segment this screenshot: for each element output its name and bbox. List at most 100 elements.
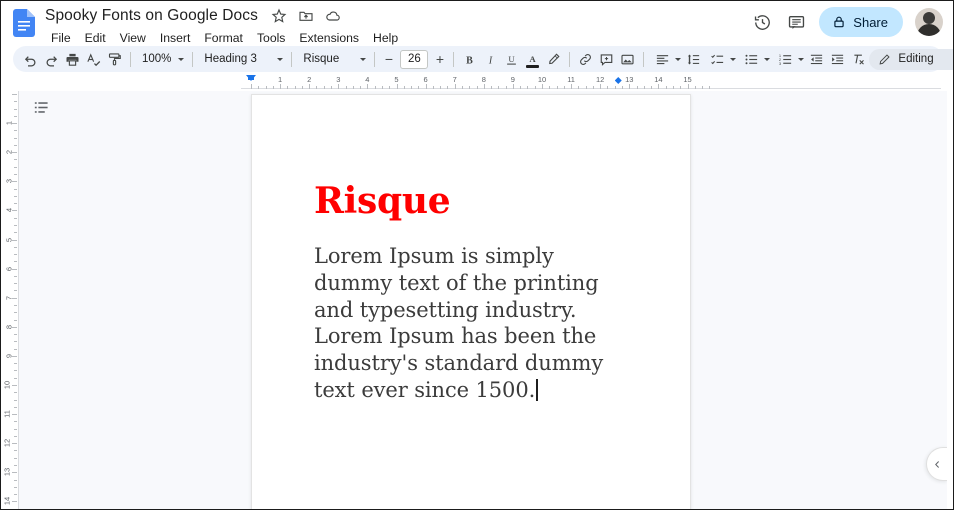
insert-image-icon[interactable] (617, 49, 638, 70)
ruler-number: 9 (4, 353, 14, 358)
ruler-number: 3 (4, 179, 14, 184)
ruler-number: 7 (4, 295, 14, 300)
title-icon-group (271, 8, 341, 24)
ruler-number: 8 (481, 75, 486, 84)
google-docs-window: Spooky Fonts on Google Docs File Edit Vi… (0, 0, 954, 510)
svg-text:B: B (467, 55, 474, 66)
ruler-number: 15 (683, 75, 692, 84)
font-family-value: Risque (303, 53, 340, 65)
document-page[interactable]: Risque Lorem Ipsum is simply dummy text … (251, 94, 691, 509)
italic-button[interactable]: I (480, 49, 501, 70)
google-docs-logo-icon[interactable] (13, 9, 35, 37)
title-bar-actions: Share (747, 7, 943, 37)
comment-history-icon[interactable] (781, 7, 811, 37)
font-size-input[interactable]: 26 (400, 49, 429, 69)
document-body[interactable]: Risque Lorem Ipsum is simply dummy text … (252, 95, 690, 404)
chevron-down-icon (730, 57, 737, 61)
editing-mode-value: Editing (898, 53, 934, 65)
checklist-dropdown[interactable] (704, 49, 738, 70)
spellcheck-icon[interactable] (83, 49, 104, 70)
undo-icon[interactable] (20, 49, 41, 70)
align-left-icon (652, 49, 673, 70)
cloud-saved-icon[interactable] (325, 8, 341, 24)
ruler-number: 1 (278, 75, 283, 84)
ruler-number: 14 (2, 497, 12, 506)
share-label: Share (853, 14, 888, 30)
line-spacing-icon[interactable] (683, 49, 704, 70)
font-size-increase-button[interactable]: + (431, 50, 448, 69)
svg-text:3: 3 (779, 60, 782, 65)
collapse-panel-button[interactable] (926, 447, 947, 481)
document-canvas: Risque Lorem Ipsum is simply dummy text … (19, 91, 947, 509)
ruler-number: 12 (2, 439, 12, 448)
zoom-dropdown[interactable]: 100% (136, 49, 187, 70)
document-paragraph[interactable]: Lorem Ipsum is simply dummy text of the … (314, 244, 603, 402)
move-to-folder-icon[interactable] (298, 8, 314, 24)
bulleted-list-dropdown[interactable] (738, 49, 772, 70)
ruler-number: 4 (365, 75, 370, 84)
ruler-number: 11 (567, 75, 575, 84)
align-dropdown[interactable] (649, 49, 683, 70)
show-document-outline-icon[interactable] (27, 93, 55, 121)
paragraph-style-dropdown[interactable]: Heading 3 (198, 49, 286, 70)
toolbar: 100% Heading 3 Risque − 26 + B I U A 1 2… (13, 46, 953, 72)
chevron-down-icon (277, 57, 284, 61)
ruler-number: 10 (537, 75, 547, 84)
chevron-down-icon (798, 57, 805, 61)
text-cursor (536, 379, 538, 402)
title-bar: Spooky Fonts on Google Docs File Edit Vi… (1, 1, 953, 48)
toolbar-wrapper: 100% Heading 3 Risque − 26 + B I U A 1 2… (1, 45, 953, 73)
share-button[interactable]: Share (819, 7, 903, 37)
horizontal-ruler[interactable]: 1 2 3 4 5 6 7 8 9 10 11 12 13 14 15 (1, 73, 953, 91)
ruler-number: 2 (4, 150, 14, 155)
chevron-down-icon (360, 57, 367, 61)
ruler-number: 2 (307, 75, 312, 84)
ruler-number: 8 (4, 324, 14, 329)
insert-link-icon[interactable] (575, 49, 596, 70)
redo-icon[interactable] (41, 49, 62, 70)
version-history-icon[interactable] (747, 7, 777, 37)
ruler-number: 12 (596, 75, 605, 84)
paragraph-style-value: Heading 3 (204, 53, 257, 65)
print-icon[interactable] (62, 49, 83, 70)
add-comment-icon[interactable] (596, 49, 617, 70)
ruler-number: 9 (510, 75, 515, 84)
ruler-number: 7 (452, 75, 457, 84)
ruler-number: 1 (4, 121, 14, 126)
checklist-icon (707, 49, 728, 70)
font-size-decrease-button[interactable]: − (380, 50, 397, 69)
ruler-number: 4 (4, 208, 14, 213)
decrease-indent-icon[interactable] (806, 49, 827, 70)
ruler-number: 10 (2, 380, 12, 390)
ruler-number: 13 (2, 468, 12, 477)
chevron-down-icon (764, 57, 771, 61)
title-and-menus: Spooky Fonts on Google Docs File Edit Vi… (45, 6, 747, 48)
document-heading[interactable]: Risque (314, 182, 628, 221)
font-family-dropdown[interactable]: Risque (297, 49, 369, 70)
bold-button[interactable]: B (459, 49, 480, 70)
left-indent-marker[interactable] (246, 75, 256, 81)
svg-text:A: A (530, 54, 537, 64)
svg-text:U: U (509, 54, 516, 64)
paint-format-icon[interactable] (104, 49, 125, 70)
text-color-swatch (526, 65, 540, 68)
chevron-down-icon (675, 57, 682, 61)
numbered-list-icon: 1 2 3 (775, 49, 796, 70)
ruler-number: 14 (654, 75, 663, 84)
underline-button[interactable]: U (501, 49, 522, 70)
document-title[interactable]: Spooky Fonts on Google Docs (45, 7, 258, 25)
ruler-number: 13 (625, 75, 634, 84)
editing-mode-dropdown[interactable]: Editing (869, 48, 953, 70)
font-size-stepper: − 26 + (380, 49, 448, 69)
star-icon[interactable] (271, 8, 287, 24)
zoom-value: 100% (142, 53, 172, 65)
clear-formatting-icon[interactable] (848, 49, 869, 70)
highlight-color-icon[interactable] (543, 49, 564, 70)
increase-indent-icon[interactable] (827, 49, 848, 70)
ruler-number: 6 (4, 266, 14, 271)
bulleted-list-icon (741, 49, 762, 70)
numbered-list-dropdown[interactable]: 1 2 3 (772, 49, 806, 70)
text-color-button[interactable]: A (522, 49, 543, 70)
avatar[interactable] (915, 8, 943, 36)
vertical-ruler[interactable]: 1 2 3 4 5 6 7 8 9 10 11 12 13 14 (1, 91, 19, 509)
